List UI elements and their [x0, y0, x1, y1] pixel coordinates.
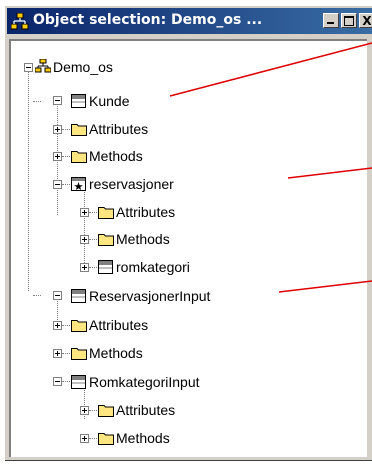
expand-toggle[interactable]: [53, 152, 62, 161]
expand-toggle[interactable]: [53, 349, 62, 358]
class-icon: [98, 260, 113, 274]
tree-node-label: Attributes: [116, 402, 176, 418]
expand-toggle[interactable]: [80, 208, 89, 217]
expand-toggle[interactable]: [80, 434, 89, 443]
tree-node-label: Methods: [116, 231, 170, 247]
tree-node-label: Methods: [89, 148, 143, 164]
collapse-toggle[interactable]: [24, 63, 33, 72]
tree-node-label: Attributes: [89, 121, 149, 137]
expand-toggle[interactable]: [53, 321, 62, 330]
collapse-toggle[interactable]: [53, 377, 62, 386]
window-title: Object selection: Demo_os ...: [33, 12, 263, 28]
folder-icon: [98, 234, 114, 246]
close-button[interactable]: X: [359, 13, 372, 28]
tree-node-label: Kunde: [89, 93, 130, 109]
tree-node-label: reservasjoner: [89, 176, 174, 192]
package-app-icon: [11, 13, 29, 30]
tree-node-label: Attributes: [116, 204, 176, 220]
folder-icon: [71, 348, 87, 360]
object-tree-view[interactable]: Demo_os Kunde Attributes Methods reserva…: [9, 39, 367, 457]
tree-node-label: romkategori: [116, 259, 190, 275]
folder-icon: [98, 433, 114, 445]
maximize-button[interactable]: [341, 13, 357, 28]
tree-node-label: Methods: [89, 345, 143, 361]
relation-class-icon: [71, 177, 86, 191]
package-icon: [35, 59, 51, 73]
tree-node-label: Demo_os: [53, 59, 113, 75]
folder-icon: [71, 124, 87, 136]
folder-icon: [98, 207, 114, 219]
object-selection-window: Object selection: Demo_os ... X Demo_os …: [4, 5, 372, 461]
minimize-button[interactable]: [323, 13, 339, 28]
tree-node-label: ReservasjonerInput: [89, 288, 211, 304]
folder-icon: [71, 151, 87, 163]
folder-icon: [71, 320, 87, 332]
expand-toggle[interactable]: [80, 406, 89, 415]
class-icon: [71, 375, 86, 389]
title-bar[interactable]: Object selection: Demo_os ... X: [7, 8, 372, 34]
expand-toggle[interactable]: [80, 235, 89, 244]
class-icon: [71, 289, 86, 303]
collapse-toggle[interactable]: [53, 180, 62, 189]
tree-node-label: RomkategoriInput: [89, 374, 200, 390]
class-icon: [71, 94, 86, 108]
tree-node-label: Attributes: [89, 317, 149, 333]
tree-node-label: Methods: [116, 430, 170, 446]
expand-toggle[interactable]: [53, 125, 62, 134]
folder-icon: [98, 405, 114, 417]
expand-toggle[interactable]: [80, 263, 89, 272]
collapse-toggle[interactable]: [53, 96, 62, 105]
collapse-toggle[interactable]: [53, 291, 62, 300]
